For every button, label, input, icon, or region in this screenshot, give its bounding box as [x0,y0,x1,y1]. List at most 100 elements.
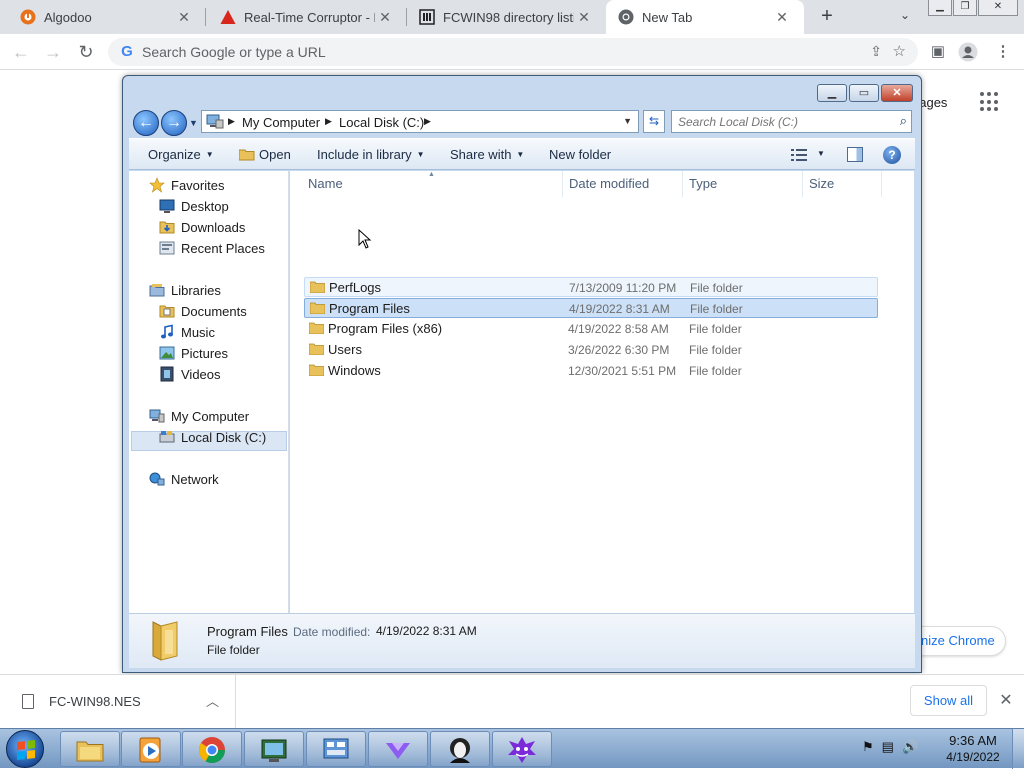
nav-local-disk[interactable]: Local Disk (C:) [159,427,266,447]
network-icon[interactable]: ▤ [882,739,902,754]
nav-label: Recent Places [181,240,265,256]
browser-restore-button[interactable]: ❐ [953,0,977,16]
organize-button[interactable]: Organize ▼ [148,147,214,162]
search-box[interactable]: ⌕ [671,110,912,133]
share-with-button[interactable]: Share with ▼ [450,147,524,162]
taskbar-app-mask[interactable] [430,731,490,767]
back-arrow-icon[interactable]: ← [10,41,32,63]
nav-desktop[interactable]: Desktop [159,196,229,216]
taskbar-media-player[interactable] [121,731,181,767]
column-header-type[interactable]: Type [683,171,803,197]
explorer-titlebar[interactable]: ▁ ▭ ✕ [123,76,921,104]
profile-avatar-icon[interactable] [958,42,978,62]
breadcrumb-my-computer[interactable]: My Computer [242,115,320,130]
clock-date[interactable]: 4/19/2022 [940,750,1006,764]
show-desktop-button[interactable] [1012,729,1024,769]
purple-triangle-logo-icon [386,743,410,759]
volume-icon[interactable]: 🔊 [902,739,926,754]
preview-pane-icon[interactable] [847,147,863,162]
close-icon[interactable]: ✕ [375,9,395,26]
breadcrumb-arrow-icon[interactable]: ▶ [325,116,332,127]
table-row[interactable]: Program Files (x86) 4/19/2022 8:58 AM Fi… [304,319,878,339]
tab-search-chevron-icon[interactable]: ⌄ [895,8,915,26]
share-icon[interactable]: ⇪ [870,43,882,60]
view-options-icon[interactable] [791,149,807,161]
nav-recent-places[interactable]: Recent Places [159,238,265,258]
star-icon [149,177,165,193]
details-type: File folder [207,643,260,657]
minimize-button[interactable]: ▁ [817,84,847,102]
browser-close-button[interactable]: ✕ [978,0,1018,16]
nav-documents[interactable]: Documents [159,301,247,321]
table-row[interactable]: Users 3/26/2022 6:30 PM File folder [304,340,878,360]
forward-arrow-icon[interactable]: → [42,41,64,63]
nav-my-computer[interactable]: My Computer [149,406,249,426]
nav-libraries[interactable]: Libraries [149,280,221,300]
taskbar-explorer[interactable] [60,731,120,767]
taskbar-emulator[interactable] [244,731,304,767]
side-panel-icon[interactable]: ▣ [928,42,948,62]
recent-places-icon [159,241,175,255]
forward-button[interactable]: → [161,110,187,136]
tab-label: Algodoo [44,9,92,25]
taskbar-app-purple[interactable] [368,731,428,767]
nav-pictures[interactable]: Pictures [159,343,228,363]
taskbar-app-corruptor[interactable] [492,731,552,767]
nav-videos[interactable]: Videos [159,364,221,384]
open-button[interactable]: Open [259,147,291,162]
close-button[interactable]: ✕ [881,84,913,102]
breadcrumb-local-disk[interactable]: Local Disk (C:) [339,115,424,130]
nav-music[interactable]: Music [159,322,215,342]
kebab-menu-icon[interactable]: ⋮ [993,42,1013,62]
google-apps-icon[interactable] [980,92,1000,112]
taskbar-chrome[interactable] [182,731,242,767]
table-row[interactable]: PerfLogs 7/13/2009 11:20 PM File folder [304,277,878,297]
tab-new-tab[interactable]: New Tab ✕ [606,0,804,34]
close-icon[interactable]: ✕ [997,690,1015,710]
breadcrumb-arrow-icon[interactable]: ▶ [228,116,235,127]
show-all-button[interactable]: Show all [910,685,987,716]
action-center-flag-icon[interactable]: ⚑ [862,739,882,754]
omnibox[interactable]: G Search Google or type a URL ⇪ ☆ [108,38,918,66]
mouse-cursor-icon [358,229,372,249]
new-tab-button[interactable]: + [815,6,839,28]
tab-algodoo[interactable]: Algodoo ✕ [0,0,206,34]
nav-favorites[interactable]: Favorites [149,175,224,195]
column-header-date[interactable]: Date modified [563,171,683,197]
taskbar-control-panel[interactable] [306,731,366,767]
search-icon[interactable]: ⌕ [900,113,907,129]
download-item[interactable]: FC-WIN98.NES ︿ [0,675,236,729]
address-bar[interactable]: ▶ My Computer ▶ Local Disk (C:) ▶ ▼ [201,110,639,133]
bookmark-star-icon[interactable]: ☆ [893,42,906,60]
nav-label: Libraries [171,282,221,298]
refresh-button[interactable]: ⇆ [643,110,665,133]
details-name: Program Files [207,624,288,639]
nav-downloads[interactable]: Downloads [159,217,245,237]
search-input[interactable] [672,111,887,132]
close-icon[interactable]: ✕ [772,9,792,26]
include-in-library-button[interactable]: Include in library ▼ [317,147,425,162]
tab-real-time-corruptor[interactable]: Real-Time Corruptor - Re ✕ [206,0,407,34]
new-folder-button[interactable]: New folder [549,147,611,162]
close-icon[interactable]: ✕ [574,9,594,26]
table-row[interactable]: Program Files 4/19/2022 8:31 AM File fol… [304,298,878,318]
column-header-size[interactable]: Size [803,171,882,197]
close-icon[interactable]: ✕ [174,9,194,26]
browser-minimize-button[interactable]: ▁ [928,0,952,16]
recent-pages-dropdown-icon[interactable]: ▼ [189,118,198,128]
view-dropdown-icon[interactable]: ▼ [817,149,825,158]
breadcrumb-arrow-icon[interactable]: ▶ [424,116,431,127]
chevron-up-icon[interactable]: ︿ [206,691,219,710]
maximize-button[interactable]: ▭ [849,84,879,102]
tab-fcwin98-directory[interactable]: FCWIN98 directory listing ✕ [407,0,606,34]
help-icon[interactable]: ? [883,146,901,164]
reload-icon[interactable]: ↻ [75,41,97,63]
nav-network[interactable]: Network [149,469,219,489]
back-button[interactable]: ← [133,110,159,136]
open-folder-icon [239,149,255,161]
table-row[interactable]: Windows 12/30/2021 5:51 PM File folder [304,361,878,381]
clock-time[interactable]: 9:36 AM [940,733,1006,748]
row-name: Users [328,342,362,357]
address-dropdown-icon[interactable]: ▼ [623,116,632,126]
start-button[interactable] [6,730,44,768]
